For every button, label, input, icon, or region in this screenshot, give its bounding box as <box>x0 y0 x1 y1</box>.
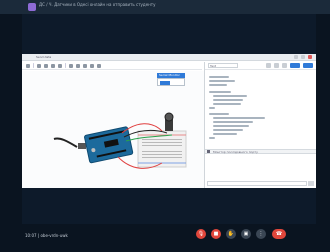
simulate-button[interactable] <box>303 63 313 68</box>
code-line <box>213 129 243 131</box>
window-title: Send data <box>36 55 52 59</box>
left-strip <box>0 14 22 224</box>
separator: | <box>37 233 40 238</box>
code-line <box>213 103 241 105</box>
minimize-icon[interactable] <box>294 55 298 59</box>
present-button[interactable]: ▣ <box>241 229 251 239</box>
meeting-time-code: 10:07 | obe-vrdn-uwk <box>25 233 68 238</box>
code-button[interactable] <box>290 63 300 68</box>
upload-icon[interactable] <box>266 63 271 68</box>
delete-icon[interactable] <box>44 63 48 68</box>
code-line <box>209 113 229 115</box>
visibility-icon[interactable] <box>76 63 80 68</box>
align-icon[interactable] <box>83 63 87 68</box>
serial-input-field[interactable] <box>207 181 307 186</box>
serial-monitor-icon <box>207 150 210 153</box>
usb-cable <box>53 137 78 148</box>
more-icon: ⋮ <box>258 230 264 237</box>
close-icon[interactable] <box>308 55 312 59</box>
flip-icon[interactable] <box>90 63 94 68</box>
library-icon[interactable] <box>282 63 287 68</box>
maximize-icon[interactable] <box>301 55 305 59</box>
code-line <box>213 117 265 119</box>
meet-top-bar: ДС / Ч. Датчики в Одесі онлайн на отправ… <box>0 0 330 14</box>
meeting-title: ДС / Ч. Датчики в Одесі онлайн на отправ… <box>39 2 156 7</box>
monitor-value-chip <box>160 81 170 85</box>
meet-logo-icon <box>28 3 36 11</box>
app-titlebar: Send data <box>22 54 316 61</box>
undo-icon[interactable] <box>51 63 55 68</box>
toolbar-divider <box>33 63 34 68</box>
code-line <box>209 91 231 93</box>
editor-toolbar <box>22 62 202 70</box>
sensor-module <box>164 112 174 131</box>
code-mode-dropdown[interactable]: Text <box>208 63 238 68</box>
serial-monitor-widget[interactable] <box>157 78 185 86</box>
more-options-button[interactable]: ⋮ <box>256 229 266 239</box>
code-line <box>213 95 247 97</box>
new-shape-icon[interactable] <box>26 63 30 68</box>
code-line <box>209 84 227 86</box>
usb-plug <box>78 143 86 149</box>
shared-screen: Send data Text Serial Monitor Монітор по… <box>22 54 316 188</box>
note-icon[interactable] <box>69 63 73 68</box>
raise-hand-button[interactable]: ✋ <box>226 229 236 239</box>
code-line <box>213 125 249 127</box>
send-button[interactable] <box>308 181 314 186</box>
code-line <box>209 137 215 139</box>
code-editor[interactable] <box>205 71 316 149</box>
code-line <box>213 133 237 135</box>
rotate-icon[interactable] <box>37 63 41 68</box>
code-line <box>213 121 253 123</box>
camera-button[interactable]: ■ <box>211 229 221 239</box>
code-line <box>209 107 215 109</box>
meeting-code: obe-vrdn-uwk <box>40 233 68 238</box>
toolbar-divider <box>65 63 66 68</box>
wire-color-icon[interactable] <box>97 63 101 68</box>
code-line <box>213 99 243 101</box>
download-icon[interactable] <box>274 63 279 68</box>
camera-off-icon: ■ <box>213 230 219 237</box>
code-line <box>209 76 229 78</box>
leave-call-icon: ☎ <box>275 230 283 237</box>
meeting-time: 10:07 <box>25 233 37 238</box>
code-line <box>209 80 235 82</box>
arduino-board <box>84 126 134 164</box>
redo-icon[interactable] <box>58 63 62 68</box>
mic-off-icon: 🎙 <box>197 230 205 237</box>
right-strip <box>316 14 330 224</box>
raise-hand-icon: ✋ <box>227 230 235 237</box>
mic-button[interactable]: 🎙 <box>196 229 206 239</box>
window-controls <box>294 55 312 59</box>
present-icon: ▣ <box>243 230 249 237</box>
circuit-canvas[interactable] <box>22 71 204 188</box>
circuit-drawing <box>53 112 187 169</box>
leave-call-button[interactable]: ☎ <box>272 229 286 239</box>
